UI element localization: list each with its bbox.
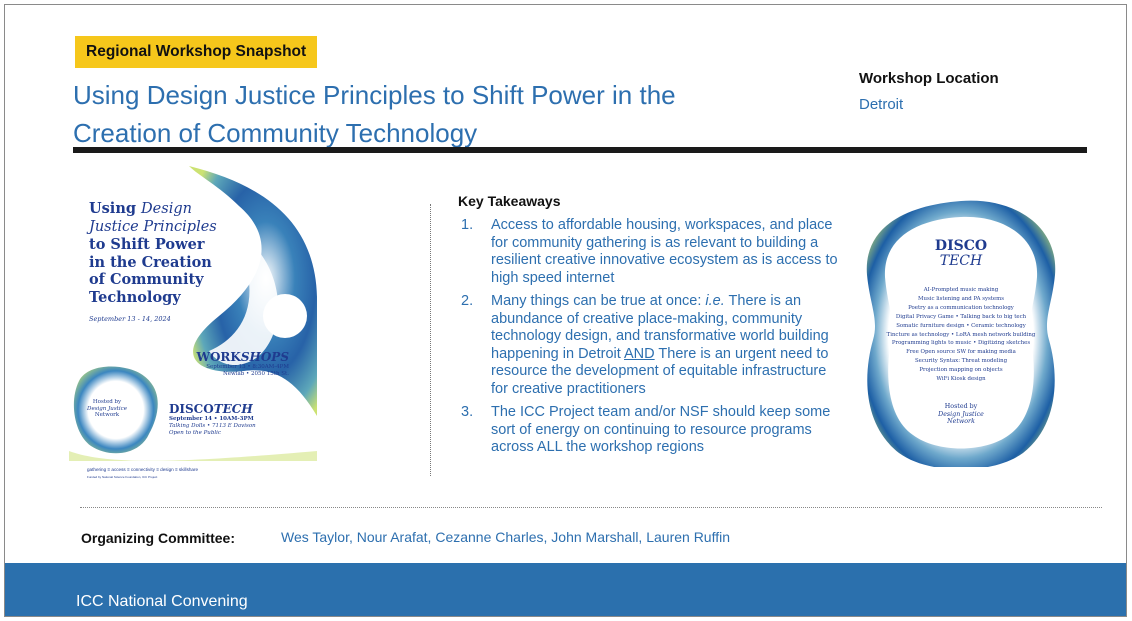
badge-title-b: TECH: [939, 253, 983, 269]
poster-disco-line-3: Open to the Public: [169, 430, 221, 436]
list-item: AI-Prompted music making: [923, 287, 999, 293]
badge-activity-list: AI-Prompted music making Music listening…: [883, 286, 1039, 384]
key-takeaways-heading: Key Takeaways: [458, 193, 561, 209]
badge-hosted-2: Design Justice: [938, 410, 984, 418]
section-divider: [80, 507, 1102, 508]
poster-disco-line-2: Talking Dolls • 7113 E Davison: [169, 423, 256, 429]
badge-title: DISCO TECH: [863, 239, 1059, 269]
poster-workshops: WORKSHOPS September 13 • 8:30AM-4PM Newl…: [197, 351, 290, 378]
poster-workshops-a: WORK: [196, 350, 241, 364]
poster-title-5: of Community: [89, 271, 204, 288]
poster-disco-a: DISCO: [169, 402, 214, 416]
list-item: Music listening and PA systems: [917, 295, 1005, 302]
badge-hosted-by: Hosted by Design Justice Network: [863, 403, 1059, 426]
list-item: Tincture as technology • LoRA mesh netwo…: [886, 331, 1036, 338]
header-divider: [73, 147, 1087, 153]
list-item: Free Open source SW for making media: [906, 349, 1016, 356]
poster-footer-line: gathering ≡ access ≡ connectivity ≡ desi…: [87, 467, 199, 472]
poster-title-6: Technology: [89, 288, 181, 306]
footer-bar: ICC National Convening: [5, 563, 1126, 616]
list-item: 1. Access to affordable housing, workspa…: [461, 217, 841, 287]
snapshot-page: Regional Workshop Snapshot Using Design …: [4, 4, 1127, 617]
poster-title-1b: Design: [141, 201, 192, 217]
footer-title: ICC National Convening: [76, 593, 248, 610]
badge-hosted-3: Network: [947, 418, 975, 425]
takeaway-2-part-a: Many things can be true at once:: [491, 293, 706, 309]
poster-title-1a: Using: [89, 200, 142, 217]
list-item-text: Many things can be true at once: i.e. Th…: [491, 293, 841, 398]
poster-workshops-line-1: September 13 • 8:30AM-4PM: [206, 364, 289, 370]
column-divider: [430, 204, 431, 476]
poster-date: September 13 - 14, 2024: [89, 315, 171, 323]
list-item-text: Access to affordable housing, workspaces…: [491, 217, 838, 286]
badge-title-a: DISCO: [934, 238, 988, 254]
location-value: Detroit: [859, 96, 904, 113]
poster-workshops-line-2: Newlab • 2050 15th St.: [222, 371, 289, 377]
list-item: Projection mapping on objects: [919, 367, 1003, 374]
list-item: WiFi Kiosk design: [936, 376, 986, 383]
list-item: Programming lights to music • Digitizing…: [891, 340, 1031, 347]
committee-label: Organizing Committee:: [81, 530, 236, 546]
title-line-1: Using Design Justice Principles to Shift…: [73, 80, 676, 110]
poster-title-2: Justice Principles: [89, 218, 217, 235]
takeaway-2-ie: i.e.: [705, 293, 725, 309]
list-item-number: 2.: [461, 293, 474, 309]
list-item: Poetry as a communication technology: [908, 304, 1014, 311]
snapshot-tag: Regional Workshop Snapshot: [75, 36, 318, 68]
poster-workshops-b: SHOPS: [240, 350, 289, 364]
list-item: 3. The ICC Project team and/or NSF shoul…: [461, 404, 841, 457]
committee-members: Wes Taylor, Nour Arafat, Cezanne Charles…: [281, 529, 731, 545]
poster-disco-b: TECH: [213, 402, 253, 416]
poster-title-3: to Shift Power: [89, 236, 205, 253]
list-item-number: 3.: [461, 404, 474, 420]
list-item: Somatic furniture design • Ceramic techn…: [896, 322, 1026, 329]
list-item-text: The ICC Project team and/or NSF should k…: [491, 404, 831, 455]
workshop-title: Using Design Justice Principles to Shift…: [73, 76, 763, 152]
poster-discotech: DISCOTECH September 14 • 10AM-3PM Talkin…: [169, 402, 256, 437]
list-item: Digital Privacy Game • Talking back to b…: [895, 313, 1027, 320]
discotech-badge: DISCO TECH AI-Prompted music making Musi…: [863, 195, 1059, 467]
poster-funding-line: Funded by National Science Foundation, I…: [87, 475, 158, 479]
list-item-number: 1.: [461, 217, 474, 233]
poster-title: Using Design Justice Principles to Shift…: [89, 200, 239, 306]
location-label: Workshop Location: [859, 70, 999, 87]
takeaway-2-and: AND: [624, 345, 655, 362]
poster-title-4: in the Creation: [89, 253, 212, 271]
list-item: Security Syntax: Threat modeling: [914, 358, 1008, 365]
list-item: 2. Many things can be true at once: i.e.…: [461, 293, 841, 398]
poster-disco-line-1: September 14 • 10AM-3PM: [169, 416, 254, 422]
key-takeaways-list: 1. Access to affordable housing, workspa…: [461, 217, 841, 463]
poster-hosted-3: Network: [94, 412, 120, 418]
badge-hosted-1: Hosted by: [944, 403, 978, 410]
workshop-poster: Using Design Justice Principles to Shift…: [69, 166, 317, 488]
poster-hosted-by: Hosted by Design Justice Network: [81, 399, 133, 419]
